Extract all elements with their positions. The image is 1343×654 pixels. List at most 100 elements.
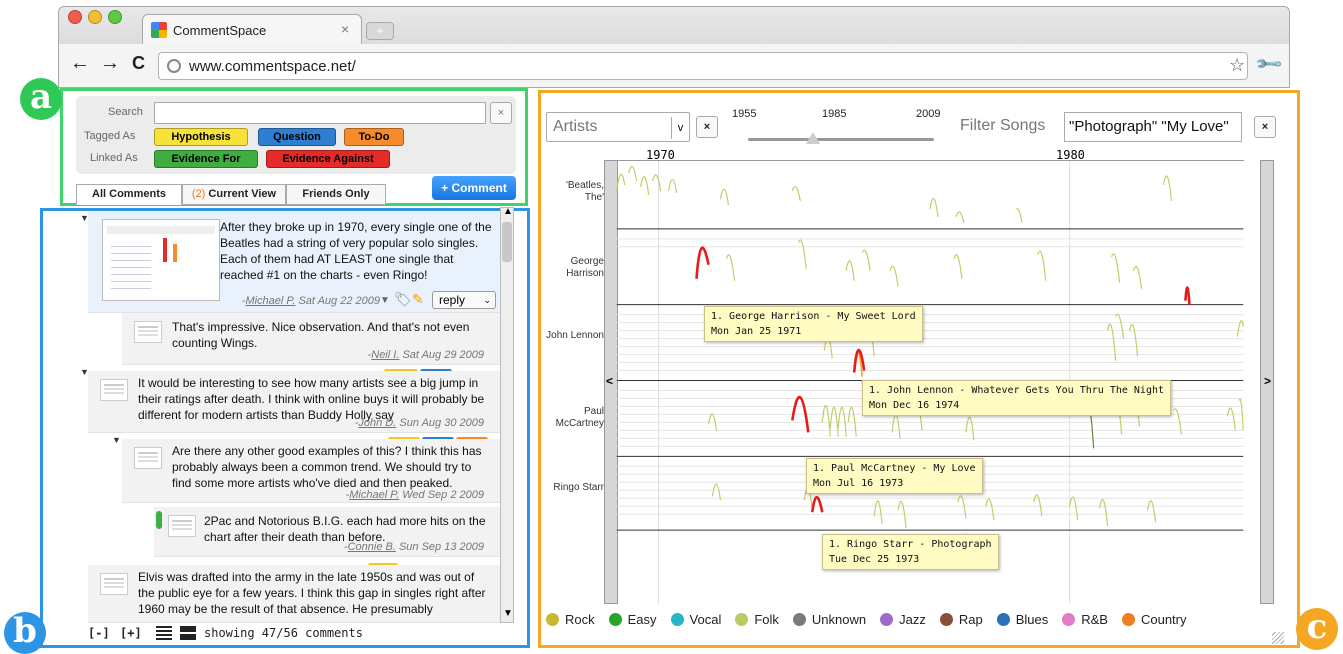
close-window-icon[interactable] [68, 10, 82, 24]
collapse-thread-icon[interactable]: ▼ [112, 435, 121, 445]
forward-icon[interactable]: → [100, 52, 120, 75]
resize-grip-icon[interactable] [1272, 632, 1284, 644]
comment-author[interactable]: Neil I. [371, 349, 399, 361]
comment-author[interactable]: Michael P. [349, 489, 399, 501]
comment-thumbnail[interactable] [134, 447, 162, 469]
comment-meta: -Neil I. Sat Aug 29 2009 [367, 349, 484, 361]
new-tab-button[interactable]: + [366, 22, 394, 40]
list-item[interactable]: It would be interesting to see how many … [88, 371, 500, 433]
legend-item-easy[interactable]: Easy [608, 612, 657, 627]
search-label: Search [108, 106, 143, 118]
chevron-down-icon[interactable]: ▼ [380, 295, 390, 306]
song-tooltip: 1. John Lennon - Whatever Gets You Thru … [862, 380, 1172, 416]
comment-list-scrollbar[interactable]: ▲ ▼ [500, 206, 514, 623]
bookmark-star-icon[interactable]: ☆ [1229, 55, 1245, 76]
pencil-icon[interactable]: ✎ [412, 291, 424, 308]
year-slider-handle[interactable] [806, 132, 820, 144]
full-view-icon[interactable] [180, 626, 196, 640]
comment-author[interactable]: Michael P. [245, 295, 295, 307]
tag-question-button[interactable]: Question [258, 128, 336, 146]
comment-author[interactable]: Connie B. [348, 541, 396, 553]
scroll-up-icon[interactable]: ▲ [503, 206, 513, 217]
pan-right-icon[interactable]: > [1264, 374, 1271, 388]
tab-all-comments[interactable]: All Comments [76, 184, 182, 205]
list-item[interactable]: After they broke up in 1970, every singl… [88, 211, 500, 313]
maximize-window-icon[interactable] [108, 10, 122, 24]
tag-hypothesis-button[interactable]: Hypothesis [154, 128, 248, 146]
comment-thumbnail[interactable] [100, 573, 128, 595]
reply-button[interactable]: reply ⌄ [432, 291, 496, 309]
legend-item-unknown[interactable]: Unknown [792, 611, 867, 627]
scrollbar-thumb[interactable] [502, 222, 512, 262]
legend-item-rap[interactable]: Rap [939, 612, 983, 627]
browser-tab[interactable]: CommentSpace × [142, 14, 362, 44]
legend-color-swatch [1121, 612, 1135, 626]
comment-text: That's impressive. Nice observation. And… [172, 320, 470, 350]
artist-label-george-harrison[interactable]: George Harrison [546, 256, 604, 280]
address-bar[interactable]: www.commentspace.net/ ☆ [158, 52, 1248, 80]
legend-item-rb[interactable]: R&B [1062, 612, 1108, 627]
url-text: www.commentspace.net/ [189, 58, 356, 75]
legend-item-rock[interactable]: Rock [546, 612, 595, 627]
legend-label: Unknown [811, 611, 867, 627]
link-evidence-against-button[interactable]: Evidence Against [266, 150, 390, 168]
list-item[interactable]: 2Pac and Notorious B.I.G. each had more … [154, 507, 500, 557]
legend-item-blues[interactable]: Blues [996, 612, 1048, 627]
tooltip-date: Mon Jan 25 1971 [711, 326, 802, 337]
comment-author[interactable]: John D. [358, 417, 396, 429]
artist-label-paul-mccartney[interactable]: Paul McCartney [546, 406, 604, 430]
clear-filter-button[interactable]: × [1254, 116, 1276, 138]
link-evidence-for-button[interactable]: Evidence For [154, 150, 258, 168]
artist-label-john-lennon[interactable]: John Lennon [546, 330, 604, 342]
year-slider-track[interactable] [748, 138, 934, 141]
artist-label-beatles[interactable]: 'Beatles, The' [546, 180, 604, 204]
collapse-all-button[interactable]: [-] [88, 626, 110, 640]
comment-meta: -Michael P. Sat Aug 22 2009 [241, 295, 380, 307]
legend-item-vocal[interactable]: Vocal [670, 612, 721, 627]
dropdown-arrow-icon[interactable]: v [671, 117, 689, 139]
list-item[interactable]: Are there any other good examples of thi… [122, 439, 500, 503]
tab-close-icon[interactable]: × [341, 21, 349, 37]
legend-label: Rock [565, 611, 595, 627]
genre-legend: Rock Easy Vocal Folk Unknown Jazz Rap Blues R&B C… [546, 610, 1201, 628]
slider-min-label: 1955 [732, 108, 757, 120]
reload-icon[interactable]: C [132, 53, 145, 74]
list-item[interactable]: That's impressive. Nice observation. And… [122, 313, 500, 365]
back-icon[interactable]: ← [70, 52, 90, 75]
comment-meta: -John D. Sun Aug 30 2009 [354, 417, 484, 429]
legend-item-folk[interactable]: Folk [735, 612, 779, 627]
clear-artist-button[interactable]: × [696, 116, 718, 138]
add-comment-button[interactable]: + Comment [432, 176, 516, 200]
tooltip-title: 1. John Lennon - Whatever Gets You Thru … [869, 385, 1165, 396]
scroll-down-icon[interactable]: ▼ [503, 608, 513, 619]
comment-thumbnail[interactable] [168, 515, 196, 537]
search-input[interactable] [154, 102, 486, 124]
comment-thumbnail[interactable] [100, 379, 128, 401]
minimize-window-icon[interactable] [88, 10, 102, 24]
tab-friends-only[interactable]: Friends Only [286, 184, 386, 205]
artist-label-ringo-starr[interactable]: Ringo Starr [546, 482, 604, 494]
tab-current-view[interactable]: (2) Current View [182, 184, 286, 205]
legend-color-swatch [880, 612, 894, 626]
filter-songs-input[interactable]: "Photograph" "My Love" [1064, 112, 1242, 142]
current-view-label: Current View [208, 188, 277, 200]
list-item[interactable]: Elvis was drafted into the army in the l… [88, 565, 500, 623]
tag-icon[interactable]: 🏷 [394, 291, 412, 308]
legend-color-swatch [792, 612, 806, 626]
compact-view-icon[interactable] [156, 626, 172, 640]
comment-date: Sun Sep 13 2009 [398, 541, 484, 553]
comment-snapshot-thumbnail[interactable] [102, 219, 220, 301]
clear-search-button[interactable]: × [490, 102, 512, 124]
badge-b: b [4, 612, 46, 654]
tag-todo-button[interactable]: To-Do [344, 128, 404, 146]
filter-songs-label: Filter Songs [960, 117, 1046, 134]
artist-select[interactable]: Artists v [546, 112, 690, 142]
legend-item-country[interactable]: Country [1121, 612, 1187, 627]
legend-item-jazz[interactable]: Jazz [880, 612, 926, 627]
legend-label: Folk [754, 611, 779, 627]
expand-all-button[interactable]: [+] [120, 626, 142, 640]
reply-menu-chevron-icon[interactable]: ⌄ [483, 292, 491, 308]
comment-thumbnail[interactable] [134, 321, 162, 343]
comment-text: Are there any other good examples of thi… [172, 444, 482, 490]
pan-left-icon[interactable]: < [606, 374, 613, 388]
